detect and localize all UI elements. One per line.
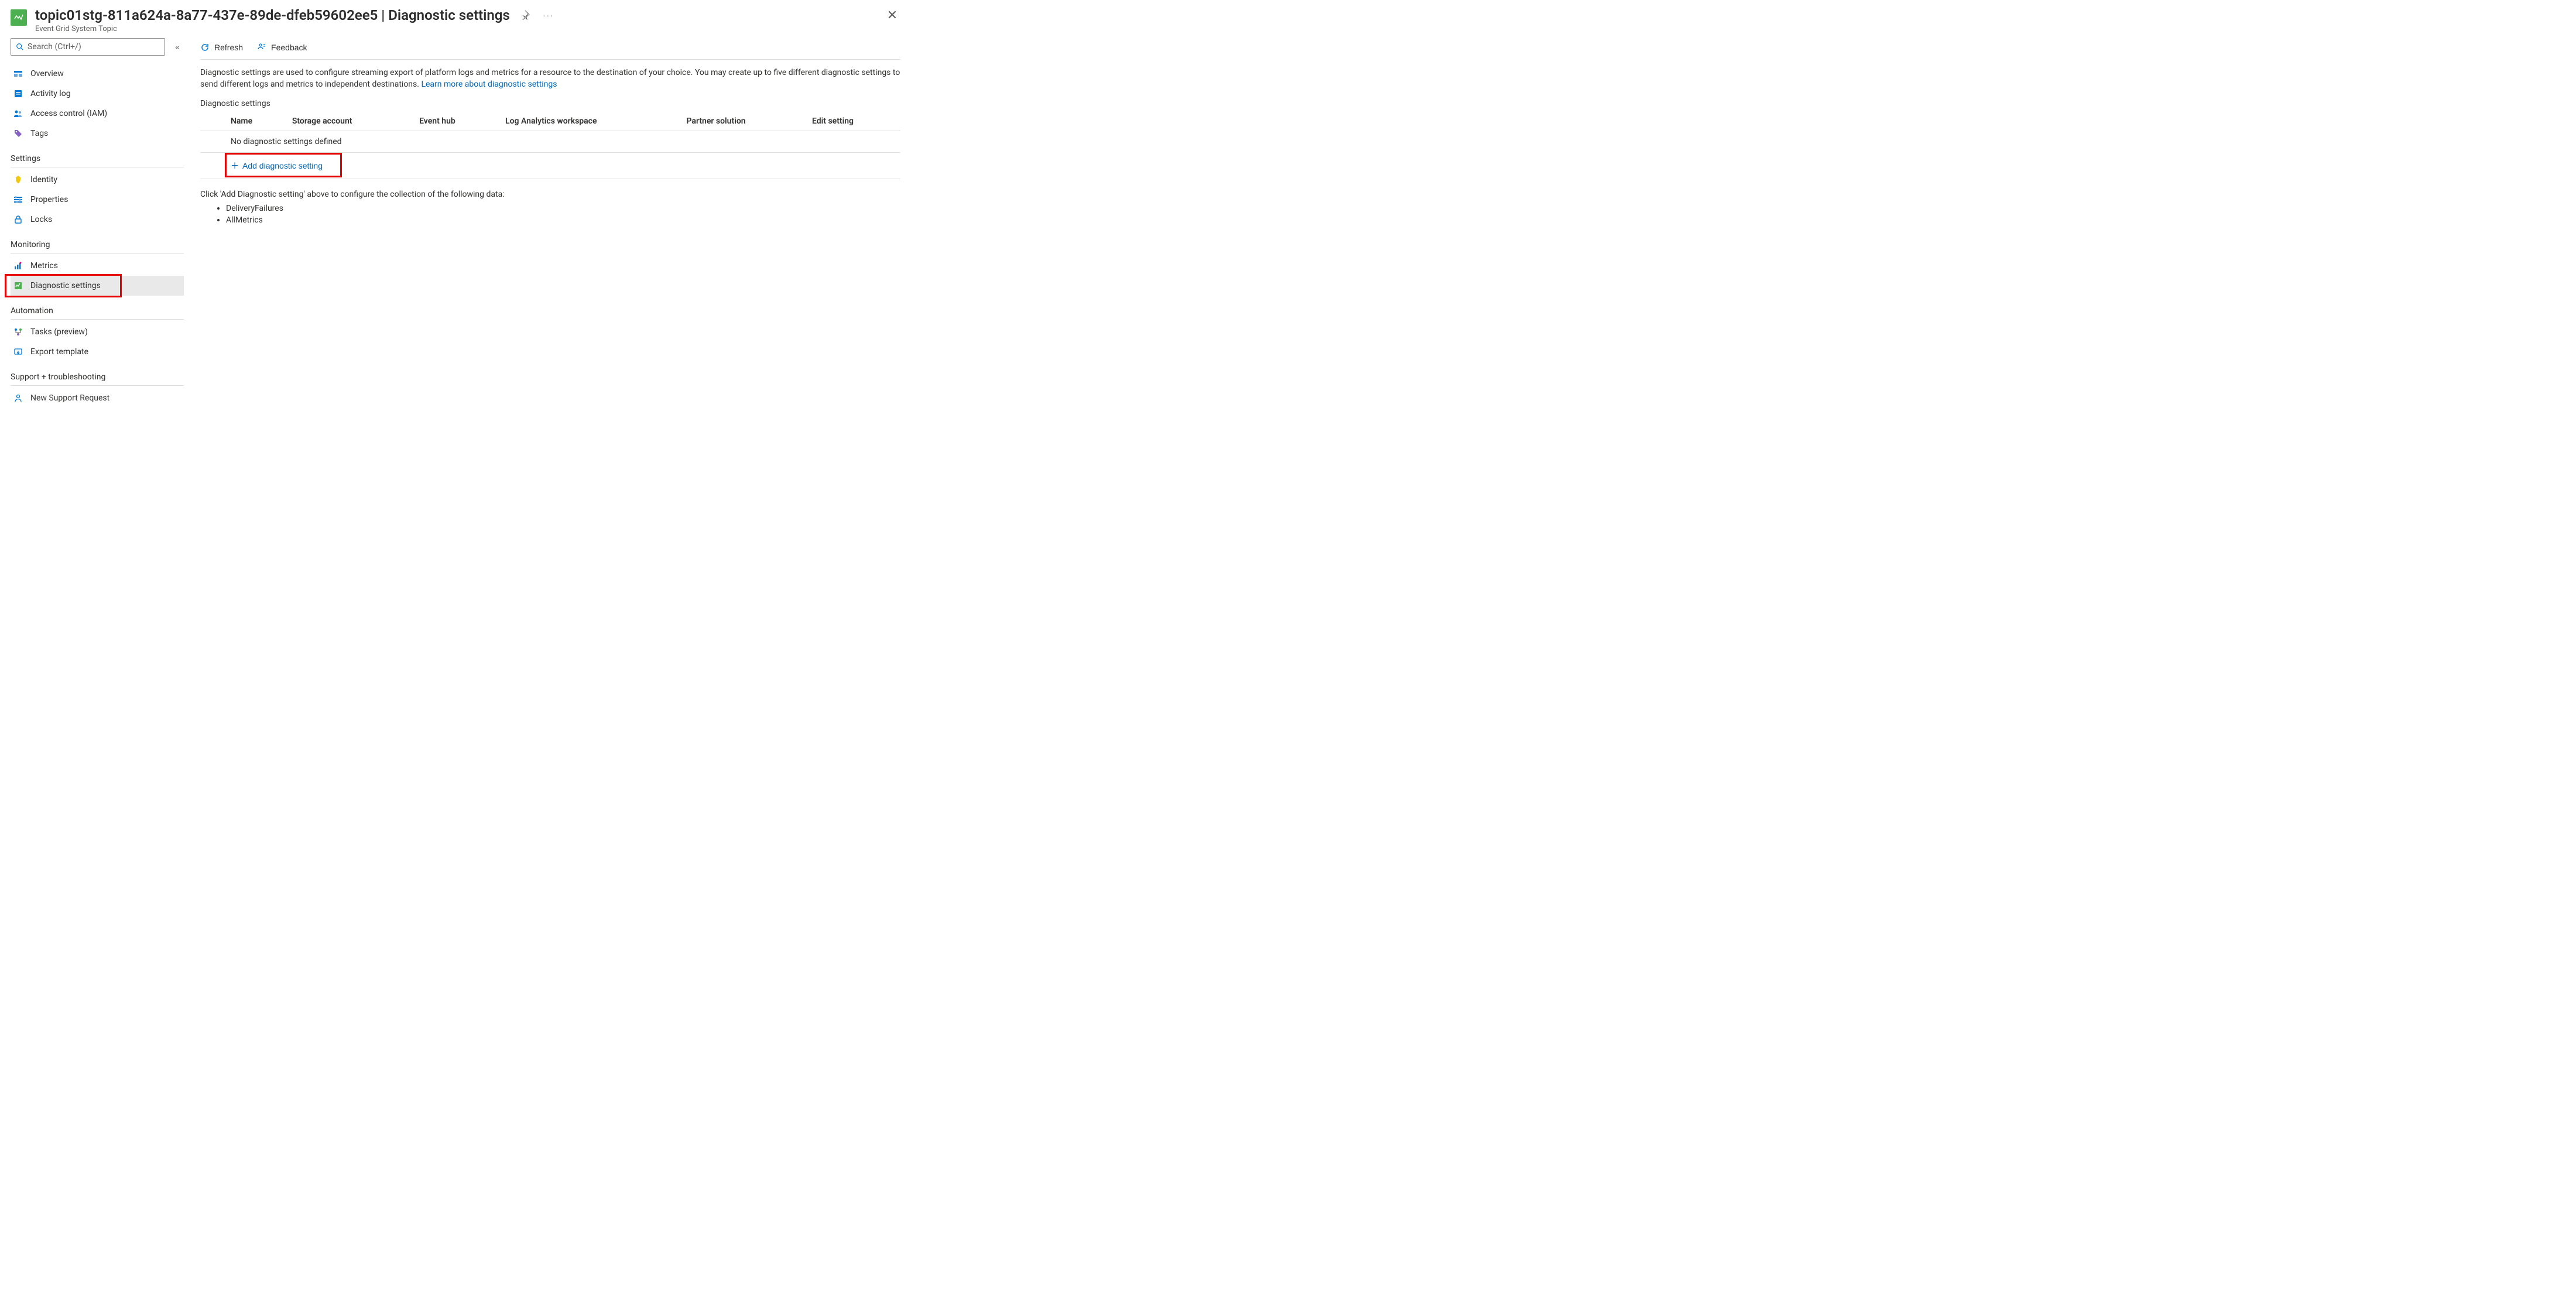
properties-icon [13, 194, 23, 205]
access-control-icon [13, 108, 23, 119]
command-bar: Refresh Feedback [200, 38, 900, 60]
collapse-sidebar-button[interactable]: « [171, 40, 184, 53]
sidebar-item-label: Tags [30, 129, 48, 138]
more-button[interactable]: ··· [540, 7, 557, 23]
diagnostic-settings-label: Diagnostic settings [200, 99, 900, 108]
list-item: AllMetrics [226, 214, 900, 226]
diagnostic-settings-table: Name Storage account Event hub Log Analy… [200, 112, 900, 179]
resource-icon [11, 9, 27, 26]
activity-log-icon [13, 88, 23, 99]
sidebar-section-support: Support + troubleshooting [11, 372, 184, 386]
page-title: topic01stg-811a624a-8a77-437e-89de-dfeb5… [35, 7, 510, 23]
sidebar-section-monitoring: Monitoring [11, 240, 184, 254]
diagnostic-settings-icon [13, 280, 23, 291]
sidebar-item-label: Diagnostic settings [30, 281, 101, 290]
feedback-icon [257, 43, 266, 52]
metrics-icon [13, 261, 23, 271]
chevron-double-left-icon: « [175, 43, 179, 52]
hint-text: Click 'Add Diagnostic setting' above to … [200, 190, 900, 199]
ellipsis-icon: ··· [543, 11, 554, 20]
sidebar-item-tags[interactable]: Tags [11, 124, 184, 143]
add-diagnostic-setting-button[interactable]: ＋ Add diagnostic setting [231, 160, 323, 172]
pin-icon [520, 11, 530, 20]
sidebar-item-access-control[interactable]: Access control (IAM) [11, 104, 184, 124]
sidebar-item-label: Metrics [30, 261, 58, 270]
tasks-icon [13, 327, 23, 337]
support-icon [13, 393, 23, 403]
sidebar-item-identity[interactable]: Identity [11, 170, 184, 190]
toolbar-label: Refresh [214, 43, 243, 52]
empty-message: No diagnostic settings defined [224, 131, 900, 152]
sidebar-item-label: Export template [30, 347, 88, 357]
sidebar-item-metrics[interactable]: Metrics [11, 256, 184, 276]
identity-icon [13, 174, 23, 185]
export-template-icon [13, 347, 23, 357]
col-edit: Edit setting [805, 112, 900, 131]
sidebar-item-label: New Support Request [30, 393, 109, 403]
refresh-button[interactable]: Refresh [200, 43, 243, 52]
sidebar-item-label: Locks [30, 215, 52, 224]
col-partner: Partner solution [680, 112, 805, 131]
intro-text: Diagnostic settings are used to configur… [200, 67, 900, 91]
col-name: Name [224, 112, 285, 131]
locks-icon [13, 214, 23, 225]
sidebar-item-export-template[interactable]: Export template [11, 342, 184, 362]
table-empty-row: No diagnostic settings defined [200, 131, 900, 152]
col-law: Log Analytics workspace [498, 112, 680, 131]
learn-more-link[interactable]: Learn more about diagnostic settings [421, 80, 557, 89]
col-eventhub: Event hub [412, 112, 498, 131]
close-icon: ✕ [887, 8, 898, 23]
sidebar-section-automation: Automation [11, 306, 184, 320]
data-list: DeliveryFailures AllMetrics [226, 203, 900, 227]
resource-type-subtitle: Event Grid System Topic [35, 25, 884, 33]
sidebar-item-overview[interactable]: Overview [11, 64, 184, 84]
sidebar-item-activity-log[interactable]: Activity log [11, 84, 184, 104]
sidebar-item-locks[interactable]: Locks [11, 210, 184, 230]
plus-icon: ＋ [231, 160, 239, 172]
sidebar-section-settings: Settings [11, 154, 184, 167]
toolbar-label: Feedback [271, 43, 307, 52]
sidebar-item-label: Tasks (preview) [30, 327, 88, 337]
sidebar-item-label: Identity [30, 175, 57, 184]
refresh-icon [200, 43, 210, 52]
list-item: DeliveryFailures [226, 203, 900, 214]
add-link-label: Add diagnostic setting [242, 161, 323, 170]
sidebar: Search (Ctrl+/) « Overview Activity log … [11, 38, 184, 408]
table-add-row: ＋ Add diagnostic setting [200, 152, 900, 179]
col-storage: Storage account [285, 112, 412, 131]
sidebar-item-label: Properties [30, 195, 68, 204]
search-icon [16, 43, 24, 51]
main-content: Refresh Feedback Diagnostic settings are… [184, 38, 911, 408]
sidebar-item-new-support-request[interactable]: New Support Request [11, 388, 184, 408]
tags-icon [13, 128, 23, 139]
sidebar-item-label: Overview [30, 69, 64, 78]
sidebar-item-diagnostic-settings[interactable]: Diagnostic settings [11, 276, 184, 296]
pin-button[interactable] [517, 7, 533, 23]
sidebar-item-properties[interactable]: Properties [11, 190, 184, 210]
header: topic01stg-811a624a-8a77-437e-89de-dfeb5… [0, 0, 911, 38]
feedback-button[interactable]: Feedback [257, 43, 307, 52]
close-button[interactable]: ✕ [884, 7, 900, 23]
search-input[interactable]: Search (Ctrl+/) [11, 38, 165, 56]
overview-icon [13, 69, 23, 79]
search-placeholder: Search (Ctrl+/) [28, 42, 81, 52]
sidebar-item-label: Activity log [30, 89, 71, 98]
sidebar-item-tasks[interactable]: Tasks (preview) [11, 322, 184, 342]
sidebar-item-label: Access control (IAM) [30, 109, 107, 118]
